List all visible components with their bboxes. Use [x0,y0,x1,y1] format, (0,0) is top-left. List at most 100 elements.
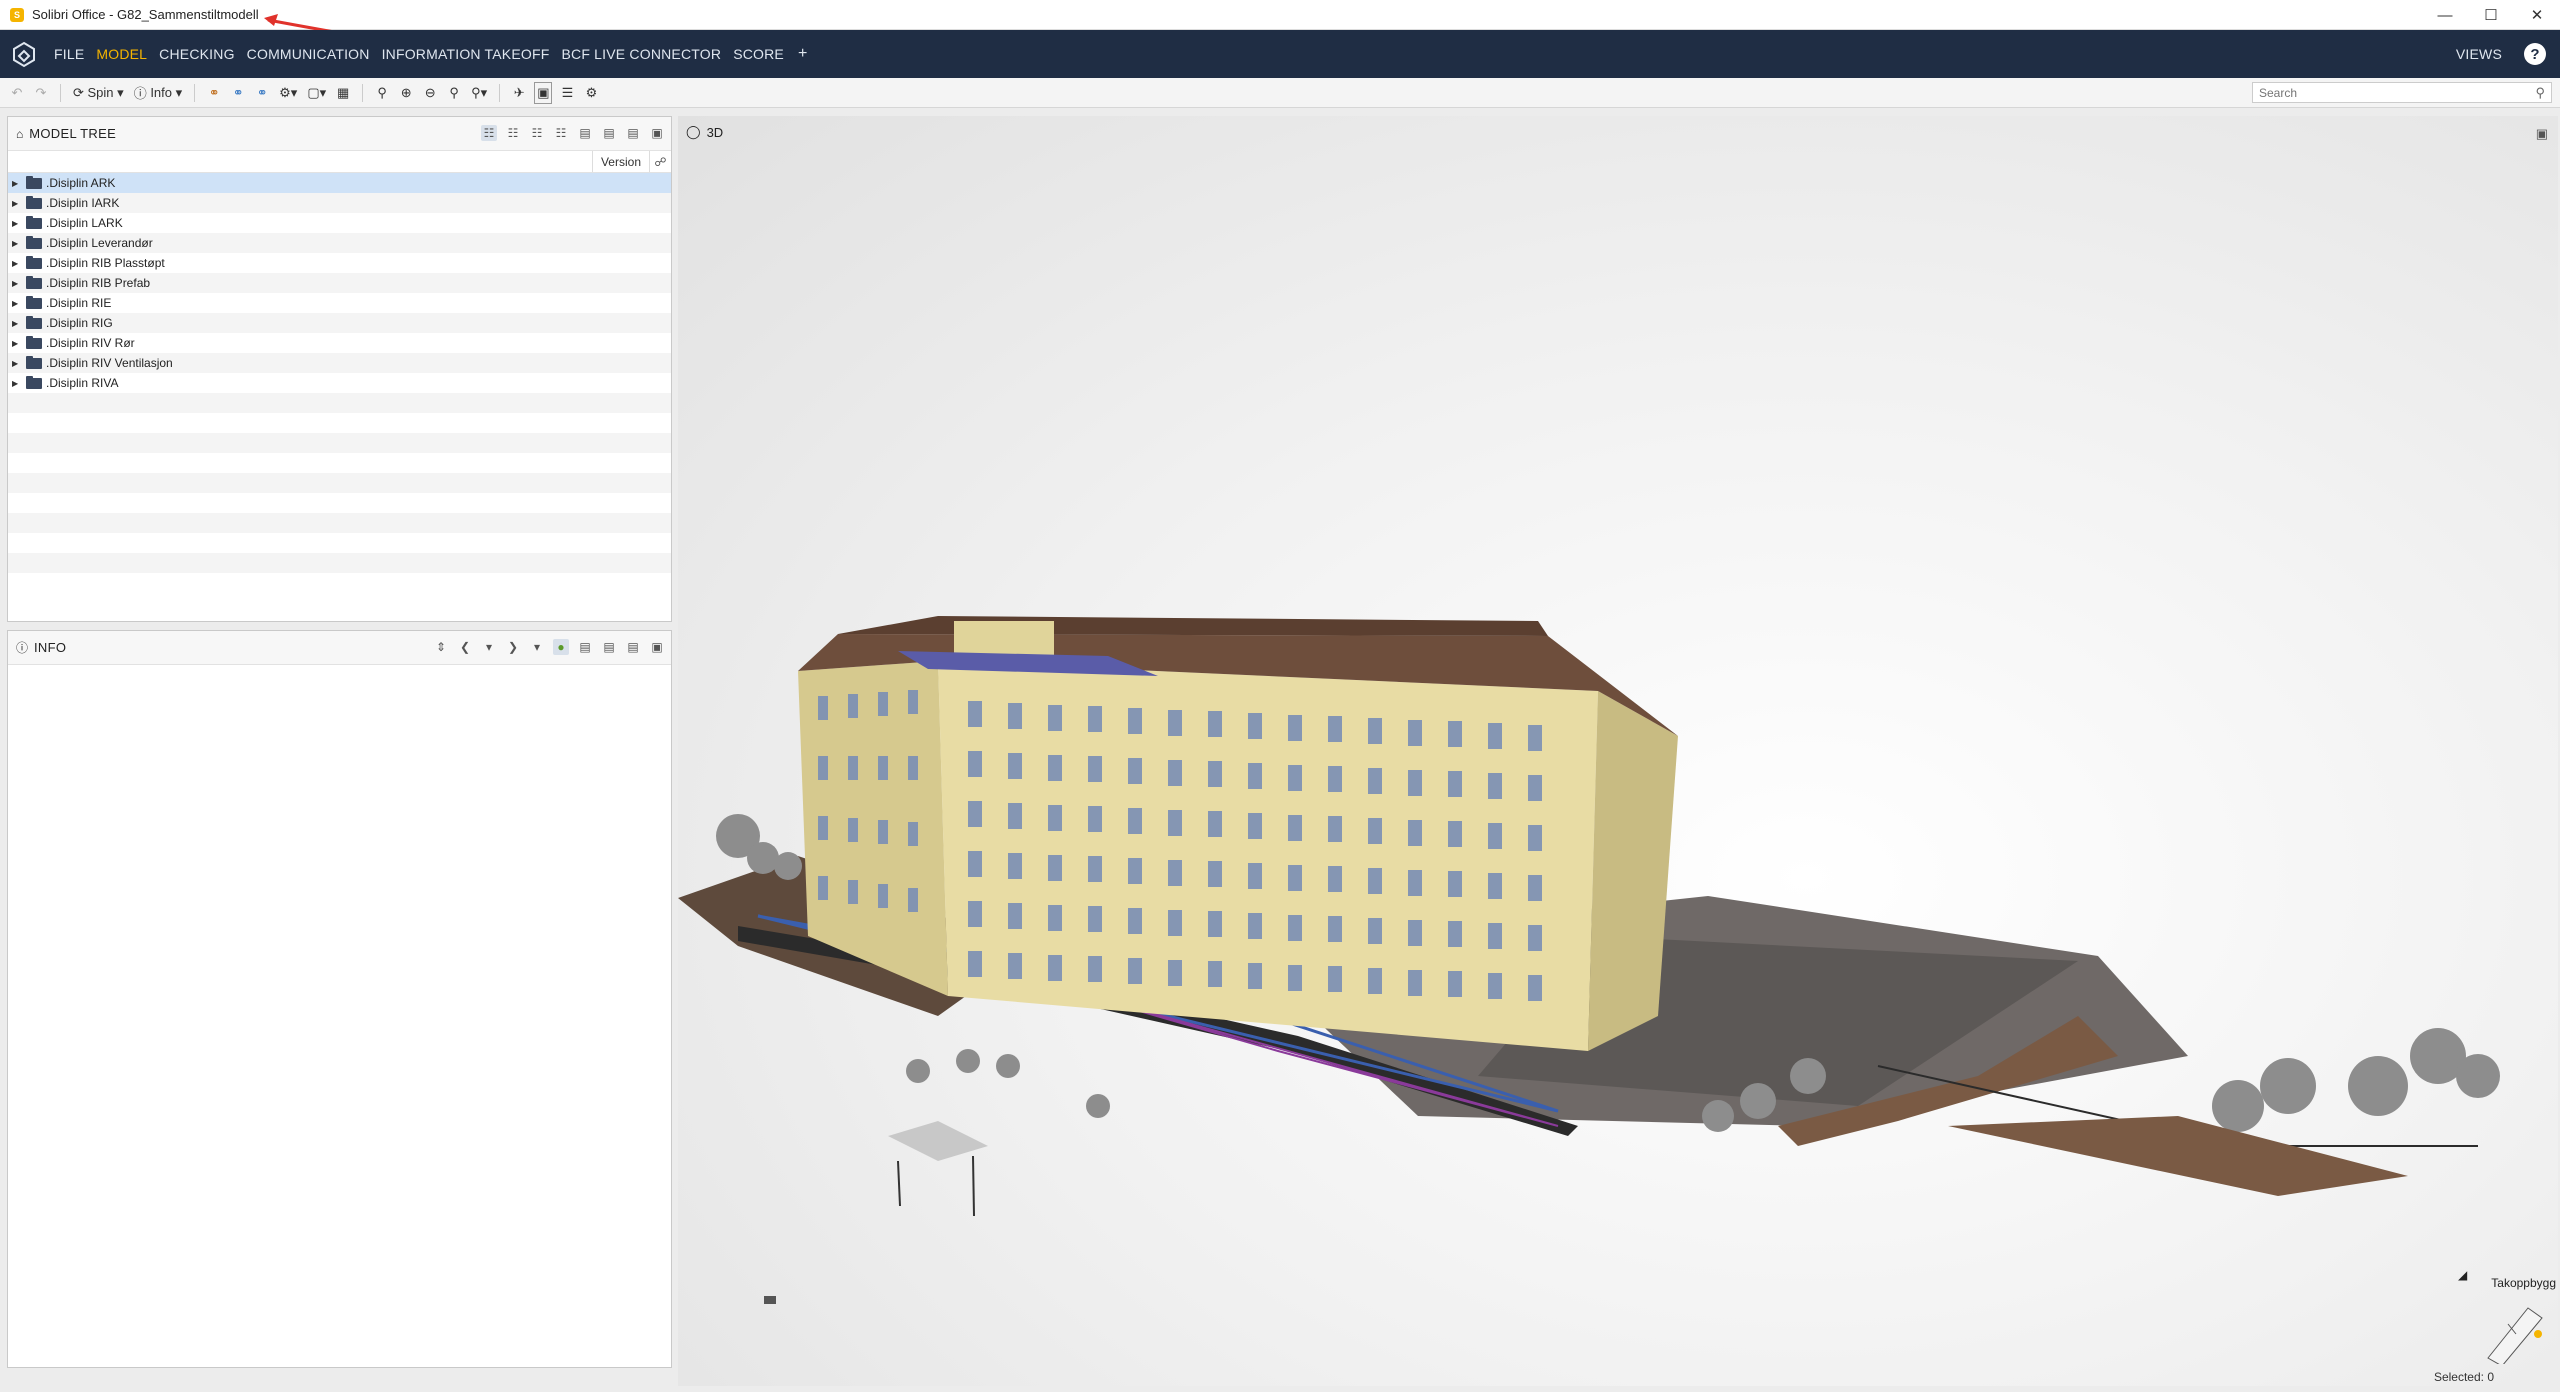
info-export-icon[interactable]: ▤ [601,639,617,655]
tree-row[interactable]: ▶ .Disiplin RIV Rør [8,333,671,353]
transparency-dropdown-icon[interactable]: ⚙▾ [277,82,299,104]
tree-filter-icon[interactable]: ☷ [553,125,569,141]
menu-information-takeoff[interactable]: INFORMATION TAKEOFF [376,46,556,62]
close-icon[interactable]: ✕ [2514,0,2560,30]
tree-spatial-icon[interactable]: ☷ [505,125,521,141]
expand-caret-icon[interactable]: ▶ [12,319,26,328]
info-print-icon[interactable]: ▤ [577,639,593,655]
redo-icon[interactable]: ↷ [32,82,50,104]
spin-label: Spin [87,85,114,100]
menu-communication[interactable]: COMMUNICATION [241,46,376,62]
tree-row-label: .Disiplin RIV Ventilasjon [46,356,173,370]
solibri-home-icon[interactable] [0,30,48,78]
toolbar-divider [362,83,364,102]
folder-icon [26,315,42,329]
zoom-in-icon[interactable]: ⊕ [397,82,415,104]
tree-row[interactable]: ▶ .Disiplin LARK [8,213,671,233]
folder-icon [26,375,42,389]
info-report-icon[interactable]: ▤ [625,639,641,655]
expand-caret-icon[interactable]: ▶ [12,239,26,248]
tree-row-empty [8,493,671,513]
tree-row-label: .Disiplin RIG [46,316,113,330]
tree-maximize-icon[interactable]: ▣ [649,125,665,141]
search-field[interactable]: ⚲ [2252,82,2552,103]
tree-row[interactable]: ▶ .Disiplin IARK [8,193,671,213]
maximize-icon[interactable]: ☐ [2468,0,2514,30]
expand-caret-icon[interactable]: ▶ [12,379,26,388]
follow-selection-icon[interactable]: ● [553,639,569,655]
search-icon[interactable]: ⚲ [2535,85,2545,101]
search-input[interactable] [2259,85,2529,100]
expand-caret-icon[interactable]: ▶ [12,179,26,188]
zoom-selected-icon[interactable]: ⚲ [445,82,463,104]
menu-checking[interactable]: CHECKING [153,46,241,62]
tree-row[interactable]: ▶ .Disiplin ARK [8,173,671,193]
next-icon[interactable]: ❯ [505,639,521,655]
menu-score[interactable]: SCORE [727,46,790,62]
expand-caret-icon[interactable]: ▶ [12,299,26,308]
tree-row-empty [8,413,671,433]
tree-row[interactable]: ▶ .Disiplin RIB Prefab [8,273,671,293]
model-tree-header: ⌂ MODEL TREE ☷ ☷ ☷ ☷ ▤ ▤ ▤ ▣ [8,117,671,151]
main-toolbar: ↶ ↷ ⟳ Spin ▾ ⓘ Info ▾ ⚭ ⚭ ⚭ ⚙▾ ▢▾ ▦ ⚲ ⊕ … [0,78,2560,108]
column-version[interactable]: Version [591,151,649,172]
expand-caret-icon[interactable]: ▶ [12,279,26,288]
tree-print-icon[interactable]: ▤ [577,125,593,141]
expand-caret-icon[interactable]: ▶ [12,359,26,368]
zoom-extents-icon[interactable]: ⚲ [373,82,391,104]
tree-export-icon[interactable]: ▤ [601,125,617,141]
column-link-icon[interactable]: ☍ [649,151,671,172]
sort-icon[interactable]: ⇕ [433,639,449,655]
tree-row[interactable]: ▶ .Disiplin Leverandør [8,233,671,253]
expand-caret-icon[interactable]: ▶ [12,259,26,268]
menu-bcf-live-connector[interactable]: BCF LIVE CONNECTOR [555,46,727,62]
screenshot-icon[interactable]: ▣ [534,81,553,104]
info-panel: ⓘ INFO ⇕ ❮ ▾ ❯ ▾ ● ▤ ▤ ▤ ▣ [7,630,672,1368]
views-menu[interactable]: VIEWS [2450,46,2508,62]
tree-hierarchy-icon[interactable]: ☷ [481,125,497,141]
tree-row[interactable]: ▶ .Disiplin RIV Ventilasjon [8,353,671,373]
info-dropdown[interactable]: ⓘ Info ▾ [132,82,184,104]
building-model[interactable] [678,116,2558,1386]
select-mode-icon[interactable]: ⚭ [205,82,223,104]
help-icon[interactable]: ? [2524,43,2546,65]
forward-dropdown-icon[interactable]: ▾ [529,639,545,655]
expand-caret-icon[interactable]: ▶ [12,339,26,348]
walk-mode-icon[interactable]: ✈ [510,82,528,104]
3d-view[interactable]: ◯ 3D ▣ ◢ Takoppbygg Selected: 0 [678,116,2558,1386]
info-header: ⓘ INFO ⇕ ❮ ▾ ❯ ▾ ● ▤ ▤ ▤ ▣ [8,631,671,665]
settings-gear-icon[interactable]: ⚙ [582,82,600,104]
tree-row-label: .Disiplin RIB Prefab [46,276,151,290]
layers-icon[interactable]: ☰ [558,82,576,104]
hide-icon[interactable]: ⚭ [229,82,247,104]
minimize-icon[interactable]: — [2422,0,2468,30]
window-title: Solibri Office - G82_Sammenstiltmodell [32,7,259,22]
zoom-window-dropdown-icon[interactable]: ⚲▾ [469,82,489,104]
navigation-cube[interactable]: ◢ Takoppbygg [2458,1268,2558,1368]
add-tab-button[interactable]: + [790,45,815,63]
tree-row[interactable]: ▶ .Disiplin RIVA [8,373,671,393]
expand-caret-icon[interactable]: ▶ [12,219,26,228]
selected-count: Selected: 0 [2433,1370,2494,1384]
isolate-icon[interactable]: ⚭ [253,82,271,104]
spin-dropdown[interactable]: ⟳ Spin ▾ [71,82,126,104]
folder-icon [26,235,42,249]
folder-icon [26,275,42,289]
section-box-icon[interactable]: ▦ [334,82,352,104]
tree-row[interactable]: ▶ .Disiplin RIE [8,293,671,313]
view-cube-dropdown-icon[interactable]: ▢▾ [305,82,328,104]
tree-row[interactable]: ▶ .Disiplin RIG [8,313,671,333]
info-maximize-icon[interactable]: ▣ [649,639,665,655]
menu-file[interactable]: FILE [48,46,90,62]
previous-icon[interactable]: ❮ [457,639,473,655]
tree-row[interactable]: ▶ .Disiplin RIB Plasstøpt [8,253,671,273]
tree-report-icon[interactable]: ▤ [625,125,641,141]
zoom-out-icon[interactable]: ⊖ [421,82,439,104]
title-bar: S Solibri Office - G82_Sammenstiltmodell… [0,0,2560,42]
tree-classification-icon[interactable]: ☷ [529,125,545,141]
model-tree-icon: ⌂ [16,126,24,141]
menu-model[interactable]: MODEL [90,46,153,62]
expand-caret-icon[interactable]: ▶ [12,199,26,208]
history-dropdown-icon[interactable]: ▾ [481,639,497,655]
undo-icon[interactable]: ↶ [8,82,26,104]
